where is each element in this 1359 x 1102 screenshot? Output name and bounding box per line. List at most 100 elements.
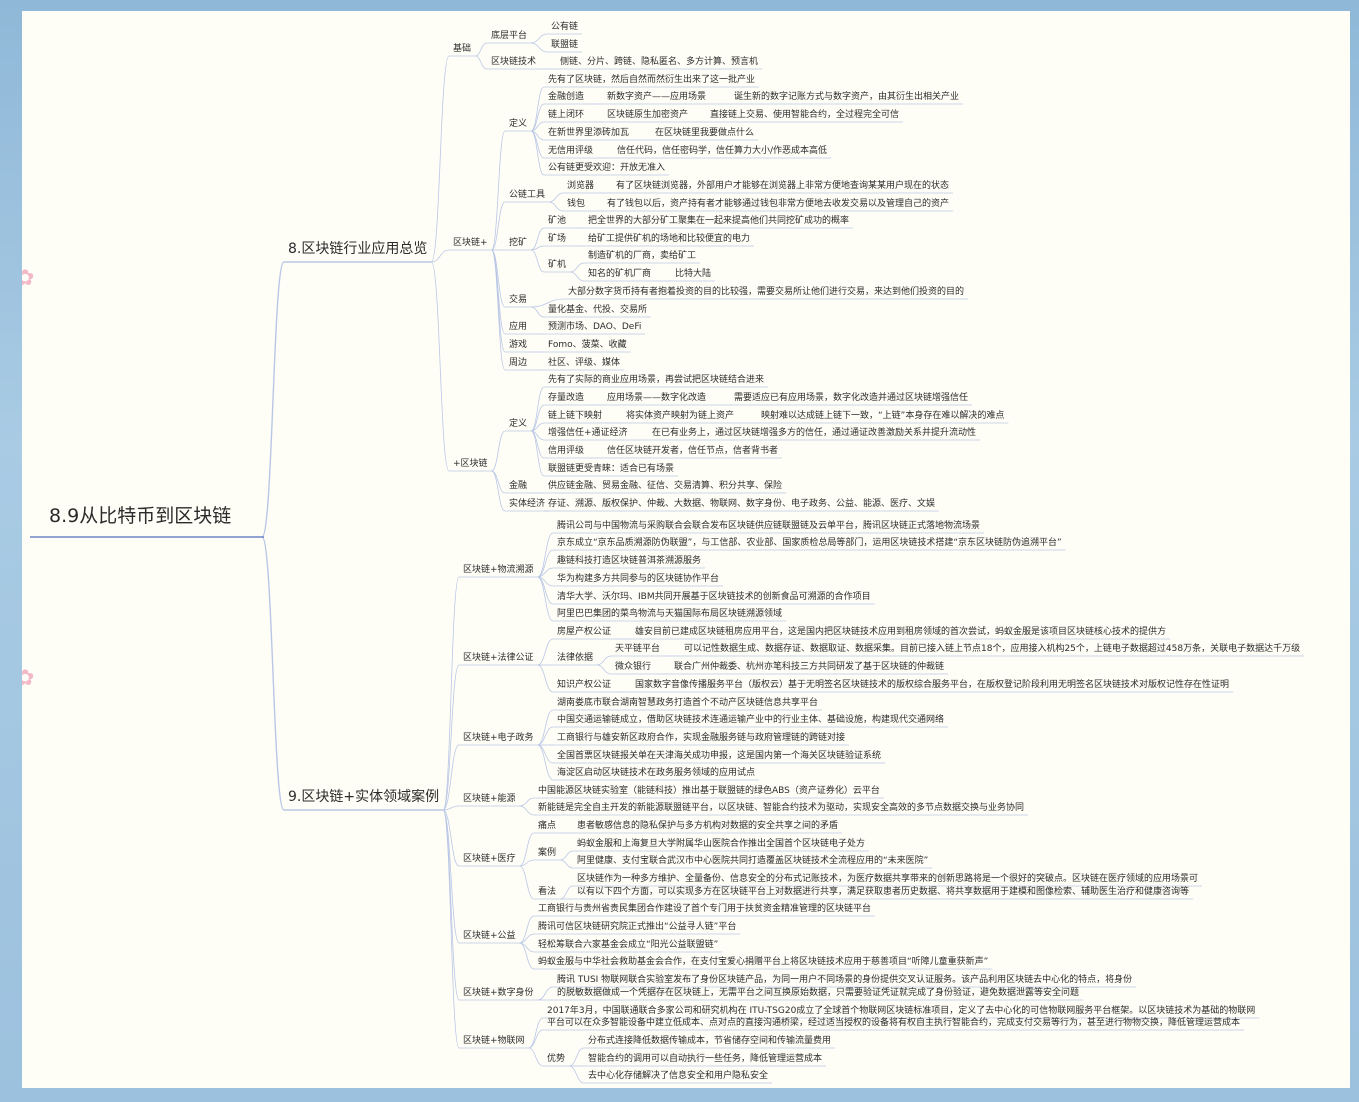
topic-node[interactable]: 需要适应已有应用场景，数字化改造并通过区块链增强信任 [734,392,968,404]
topic-node[interactable]: 挖矿 [509,237,527,249]
topic-node[interactable]: 区块链+物流溯源 [463,564,534,576]
topic-node[interactable]: 底层平台 [491,30,527,42]
topic-node[interactable]: 患者敏感信息的隐私保护与多方机构对数据的安全共享之间的矛盾 [577,820,838,832]
topic-node[interactable]: 中国能源区块链实验室（能链科技）推出基于联盟链的绿色ABS（资产证券化）云平台 [538,785,880,797]
topic-node[interactable]: 区块链+数字身份 [463,987,534,999]
topic-node[interactable]: 清华大学、沃尔玛、IBM共同开展基于区块链技术的创新食品可溯源的合作项目 [557,591,871,603]
topic-node[interactable]: 案例 [538,847,556,859]
topic-node[interactable]: 知名的矿机厂商 [588,268,651,280]
topic-node[interactable]: 信任区块链开发者，信任节点，信者背书者 [607,445,778,457]
topic-node[interactable]: 先有了实际的商业应用场景，再尝试把区块链结合进来 [548,374,764,386]
topic-node[interactable]: 实体经济 [509,498,545,510]
topic-node[interactable]: 湖南娄底市联合湖南智慧政务打造首个不动产区块链信息共享平台 [557,697,818,709]
topic-node[interactable]: 量化基金、代投、交易所 [548,304,647,316]
topic-node[interactable]: 信任代码，信任密码学，信任算力大小/作恶成本高低 [617,145,827,157]
topic-node[interactable]: 以有以下四个方面，可以实现多方在区块链平台上对数据进行共享，满足获取患者历史数据… [577,886,1189,898]
topic-node[interactable]: 供应链金融、贸易金融、征信、交易清算、积分共享、保险 [548,480,782,492]
topic-node[interactable]: 京东成立“京东品质溯源防伪联盟”，与工信部、农业部、国家质检总局等部门，运用区块… [557,537,1062,549]
topic-node[interactable]: 可以记性数据生成、数据存证、数据取证、数据采集。目前已接入链上节点18个，应用接… [684,643,1300,655]
topic-node[interactable]: 新数字资产——应用场景 [607,91,706,103]
topic-node[interactable]: 区块链作为一种多方维护、全量备份、信息安全的分布式记账技术，为医疗数据共享带来的… [577,873,1198,885]
topic-node[interactable]: 公有链更受欢迎：开放无准入 [548,162,665,174]
topic-node[interactable]: 腾讯公司与中国物流与采购联合会联合发布区块链供应链联盟链及云单平台，腾讯区块链正… [557,520,980,532]
topic-node[interactable]: 金融创造 [548,91,584,103]
topic-node[interactable]: 优势 [547,1053,565,1065]
topic-node[interactable]: 定义 [509,118,527,130]
topic-node[interactable]: 把全世界的大部分矿工聚集在一起来提高他们共同挖矿成功的概率 [588,215,849,227]
topic-node[interactable]: 看法 [538,886,556,898]
topic-node[interactable]: 金融 [509,480,527,492]
topic-node[interactable]: 联盟链 [551,39,578,51]
topic-node[interactable]: 雄安目前已建成区块链租房应用平台，这是国内把区块链技术应用到租房领域的首次尝试，… [635,626,1166,638]
topic-node[interactable]: 比特大陆 [675,268,711,280]
topic-node[interactable]: 矿池 [548,215,566,227]
topic-node[interactable]: Fomo、菠菜、收藏 [548,339,627,351]
topic-node[interactable]: 区块链+电子政务 [463,732,534,744]
topic-node[interactable]: 区块链+法律公证 [463,652,534,664]
topic-node[interactable]: 先有了区块链，然后自然而然衍生出来了这一批产业 [548,74,755,86]
topic-node[interactable]: 区块链+物联网 [463,1035,525,1047]
topic-node[interactable]: 法律依据 [557,652,593,664]
topic-node[interactable]: 直接链上交易、使用智能合约，全过程完全可信 [710,109,899,121]
topic-node[interactable]: 区块链+能源 [463,793,516,805]
topic-node[interactable]: 阿里巴巴集团的菜鸟物流与天猫国际布局区块链溯源领域 [557,608,782,620]
topic-node[interactable]: 知识产权公证 [557,679,611,691]
topic-node[interactable]: 交易 [509,294,527,306]
topic-node[interactable]: 链上闭环 [548,109,584,121]
topic-node[interactable]: 信用评级 [548,445,584,457]
topic-node[interactable]: 的脱敏数据做成一个凭据存在区块链上，无需平台之间互换原始数据，只需要验证凭证就完… [557,987,1079,999]
topic-node[interactable]: 蚂蚁金服和上海复旦大学附属华山医院合作推出全国首个区块链电子处方 [577,838,865,850]
topic-node[interactable]: 将实体资产映射为链上资产 [626,410,734,422]
topic-node[interactable]: 有了区块链浏览器，外部用户才能够在浏览器上非常方便地查询某某用户现在的状态 [616,180,949,192]
topic-node[interactable]: 痛点 [538,820,556,832]
topic-node[interactable]: 基础 [453,43,471,55]
topic-node[interactable]: 大部分数字货币持有者抱着投资的目的比较强，需要交易所让他们进行交易，来达到他们投… [568,286,964,298]
topic-node[interactable]: 2017年3月，中国联通联合多家公司和研究机构在 ITU-TSG20成立了全球首… [547,1005,1255,1017]
topic-node[interactable]: 分布式连接降低数据传输成本，节省储存空间和传输流量费用 [588,1035,831,1047]
topic-node[interactable]: 区块链+医疗 [463,853,516,865]
topic-node[interactable]: 房屋产权公证 [557,626,611,638]
topic-node[interactable]: 钱包 [567,198,585,210]
topic-node[interactable]: 平台可以在众多智能设备中建立低成本、点对点的直接沟通桥梁，经过适当授权的设备将有… [547,1017,1240,1029]
topic-node[interactable]: 无信用评级 [548,145,593,157]
main-branch-topic[interactable]: 8.区块链行业应用总览 [288,241,427,257]
topic-node[interactable]: 华为构建多方共同参与的区块链协作平台 [557,573,719,585]
topic-node[interactable]: 社区、评级、媒体 [548,357,620,369]
topic-node[interactable]: 周边 [509,357,527,369]
main-branch-topic[interactable]: 9.区块链+实体领域案例 [288,789,439,805]
topic-node[interactable]: 国家数字音像传播服务平台（版权云）基于无明签名区块链技术的版权综合服务平台，在版… [635,679,1229,691]
topic-node[interactable]: 有了钱包以后，资产持有者才能够通过钱包非常方便地去收发交易以及管理自己的资产 [607,198,949,210]
topic-node[interactable]: 制造矿机的厂商，卖给矿工 [588,250,696,262]
topic-node[interactable]: 腾讯 TUSI 物联网联合实验室发布了身份区块链产品，为同一用户不同场景的身份提… [557,974,1132,986]
topic-node[interactable]: 公链工具 [509,189,545,201]
topic-node[interactable]: 腾讯可信区块链研究院正式推出“公益寻人链”平台 [538,921,736,933]
topic-node[interactable]: 海淀区启动区块链技术在政务服务领域的应用试点 [557,767,755,779]
topic-node[interactable]: 链上链下映射 [548,410,602,422]
topic-node[interactable]: 定义 [509,418,527,430]
topic-node[interactable]: 映射难以达成链上链下一致，“上链”本身存在难以解决的难点 [761,410,1004,422]
topic-node[interactable]: 轻松筹联合六家基金会成立“阳光公益联盟链” [538,939,718,951]
topic-node[interactable]: 公有链 [551,21,578,33]
topic-node[interactable]: 浏览器 [567,180,594,192]
topic-node[interactable]: 阿里健康、支付宝联合武汉市中心医院共同打造覆盖区块链技术全流程应用的“未来医院” [577,855,928,867]
topic-node[interactable]: 智能合约的调用可以自动执行一些任务，降低管理运营成本 [588,1053,822,1065]
topic-node[interactable]: +区块链 [453,458,488,470]
topic-node[interactable]: 区块链+公益 [463,930,516,942]
topic-node[interactable]: 区块链技术 [491,56,536,68]
topic-node[interactable]: 游戏 [509,339,527,351]
topic-node[interactable]: 存量改造 [548,392,584,404]
topic-node[interactable]: 在区块链里我要做点什么 [655,127,754,139]
topic-node[interactable]: 存证、溯源、版权保护、仲裁、大数据、物联网、数字身份、电子政务、公益、能源、医疗… [548,498,935,510]
topic-node[interactable]: 在新世界里添砖加瓦 [548,127,629,139]
root-topic[interactable]: 8.9从比特币到区块链 [49,501,231,528]
topic-node[interactable]: 全国首票区块链报关单在天津海关成功申报，这是国内第一个海关区块链验证系统 [557,750,881,762]
topic-node[interactable]: 蚂蚁金服与中华社会救助基金会合作，在支付宝爱心捐赠平台上将区块链技术应用于慈善项… [538,956,988,968]
topic-node[interactable]: 微众银行 [615,661,651,673]
topic-node[interactable]: 天平链平台 [615,643,660,655]
topic-node[interactable]: 增强信任+通证经济 [548,427,628,439]
topic-node[interactable]: 给矿工提供矿机的场地和比较便宜的电力 [588,233,750,245]
topic-node[interactable]: 区块链+ [453,237,488,249]
topic-node[interactable]: 去中心化存储解决了信息安全和用户隐私安全 [588,1070,768,1082]
topic-node[interactable]: 侧链、分片、跨链、隐私匿名、多方计算、预言机 [560,56,758,68]
topic-node[interactable]: 联合广州仲裁委、杭州亦笔科技三方共同研发了基于区块链的仲裁链 [674,661,944,673]
